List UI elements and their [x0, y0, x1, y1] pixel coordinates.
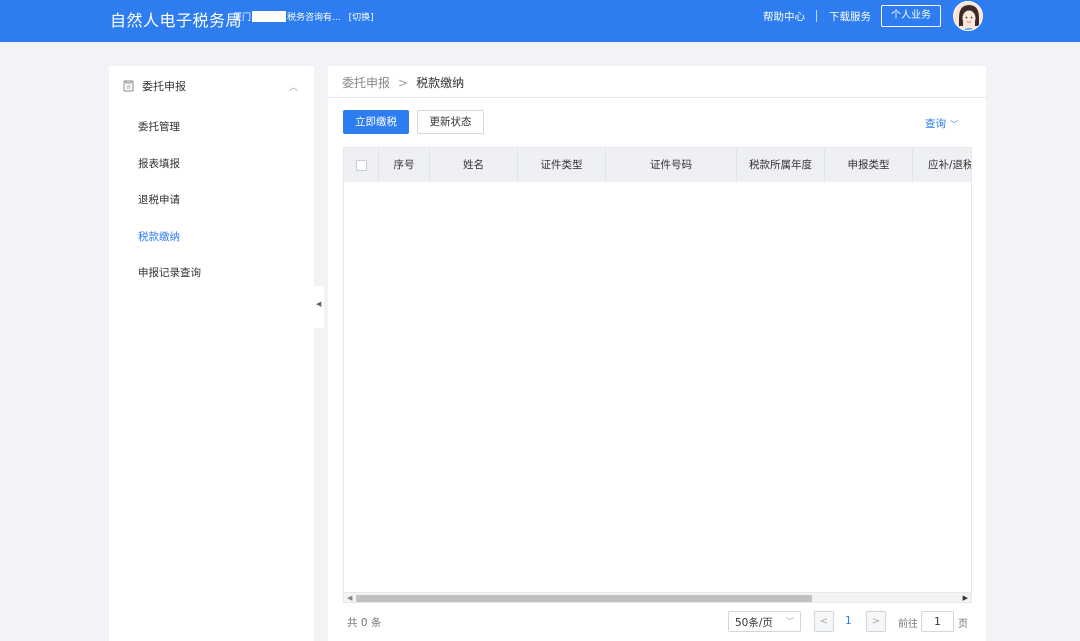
sidebar-group-entrusted-declaration[interactable]: 委托申报 ︿ — [109, 66, 314, 106]
sidebar-item-label: 报表填报 — [138, 158, 180, 170]
page-size-value: 50条/页 — [735, 617, 773, 629]
column-header-tax-year: 税款所属年度 — [737, 148, 825, 182]
avatar[interactable] — [953, 1, 983, 31]
page-number-current[interactable]: 1 — [845, 615, 852, 627]
brand-title: 自然人电子税务局 — [110, 11, 243, 30]
download-service-link[interactable]: 下载服务 — [829, 9, 871, 24]
table-body — [344, 182, 971, 592]
sidebar: 委托申报 ︿ 委托管理 报表填报 退税申请 税款缴纳 申报记录查询 — [109, 66, 314, 641]
scrollbar-thumb[interactable] — [356, 595, 812, 602]
breadcrumb-current: 税款缴纳 — [416, 76, 465, 90]
main-panel: 委托申报 > 税款缴纳 立即缴税 更新状态 查询 ﹀ 序号 姓名 证件类型 证件号码 … — [328, 66, 986, 641]
sidebar-item-refund-application[interactable]: 退税申请 — [109, 184, 314, 214]
sidebar-item-report-filling[interactable]: 报表填报 — [109, 148, 314, 178]
header-divider — [328, 97, 986, 98]
chevron-left-icon: < — [819, 616, 829, 627]
caret-left-icon: ◀ — [316, 300, 322, 308]
refresh-status-button[interactable]: 更新状态 — [417, 110, 484, 134]
org-prefix: 厦门 — [233, 13, 252, 23]
goto-label: 前往 — [898, 619, 918, 630]
avatar-icon — [954, 2, 982, 30]
next-page-button[interactable]: > — [866, 611, 886, 632]
scroll-right-icon[interactable]: ▶ — [963, 593, 968, 602]
breadcrumb: 委托申报 > 税款缴纳 — [342, 74, 464, 91]
page-unit-label: 页 — [958, 619, 968, 630]
column-header-id-number: 证件号码 — [606, 148, 737, 182]
table-header: 序号 姓名 证件类型 证件号码 税款所属年度 申报类型 应补/退税 — [344, 148, 972, 182]
top-header: 自然人电子税务局 厦门 税务咨询有... [切换] 帮助中心 下载服务 个人业务 — [0, 0, 1080, 42]
switch-org-link[interactable]: [切换] — [349, 10, 374, 23]
goto-page-input[interactable] — [921, 611, 954, 632]
column-header-payable-refund: 应补/退税 — [928, 159, 972, 171]
sidebar-group-label: 委托申报 — [142, 80, 186, 93]
scroll-left-icon[interactable]: ◀ — [347, 593, 352, 602]
sidebar-item-label: 退税申请 — [138, 194, 180, 206]
page-size-select[interactable]: 50条/页 ﹀ — [728, 611, 801, 632]
chevron-right-icon: > — [398, 76, 409, 90]
prev-page-button[interactable]: < — [814, 611, 834, 632]
help-center-link[interactable]: 帮助中心 — [763, 9, 805, 24]
sidebar-collapse-toggle[interactable]: ◀ — [314, 286, 324, 328]
sidebar-item-label: 申报记录查询 — [138, 267, 201, 279]
header-divider — [816, 10, 817, 22]
payment-table: 序号 姓名 证件类型 证件号码 税款所属年度 申报类型 应补/退税 ◀ ▶ — [343, 147, 972, 603]
document-icon — [123, 80, 134, 92]
horizontal-scrollbar[interactable]: ◀ ▶ — [344, 592, 971, 602]
personal-business-button[interactable]: 个人业务 — [881, 5, 941, 27]
query-label: 查询 — [925, 118, 946, 130]
org-info: 厦门 税务咨询有... [切换] — [233, 10, 374, 23]
chevron-down-icon: ﹀ — [786, 617, 794, 626]
chevron-down-icon: ﹀ — [950, 120, 958, 129]
sidebar-item-declaration-records[interactable]: 申报记录查询 — [109, 257, 314, 287]
sidebar-item-label: 委托管理 — [138, 121, 180, 133]
breadcrumb-parent[interactable]: 委托申报 — [342, 76, 390, 90]
sidebar-item-entrust-management[interactable]: 委托管理 — [109, 111, 314, 141]
chevron-up-icon: ︿ — [289, 83, 299, 93]
sidebar-item-tax-payment[interactable]: 税款缴纳 — [109, 221, 314, 251]
pay-now-button[interactable]: 立即缴税 — [343, 110, 409, 134]
column-header-index: 序号 — [379, 148, 430, 182]
chevron-right-icon: > — [871, 616, 881, 627]
sidebar-item-label: 税款缴纳 — [138, 231, 180, 243]
redacted-block — [252, 11, 287, 22]
column-header-id-type: 证件类型 — [518, 148, 606, 182]
column-header-declaration-type: 申报类型 — [825, 148, 913, 182]
query-toggle[interactable]: 查询 ﹀ — [925, 116, 958, 131]
org-name: 税务咨询有... — [287, 13, 341, 23]
select-all-checkbox[interactable] — [355, 159, 367, 171]
column-header-name: 姓名 — [430, 148, 518, 182]
total-count: 共 0 条 — [347, 617, 382, 629]
select-all-cell — [344, 148, 379, 182]
